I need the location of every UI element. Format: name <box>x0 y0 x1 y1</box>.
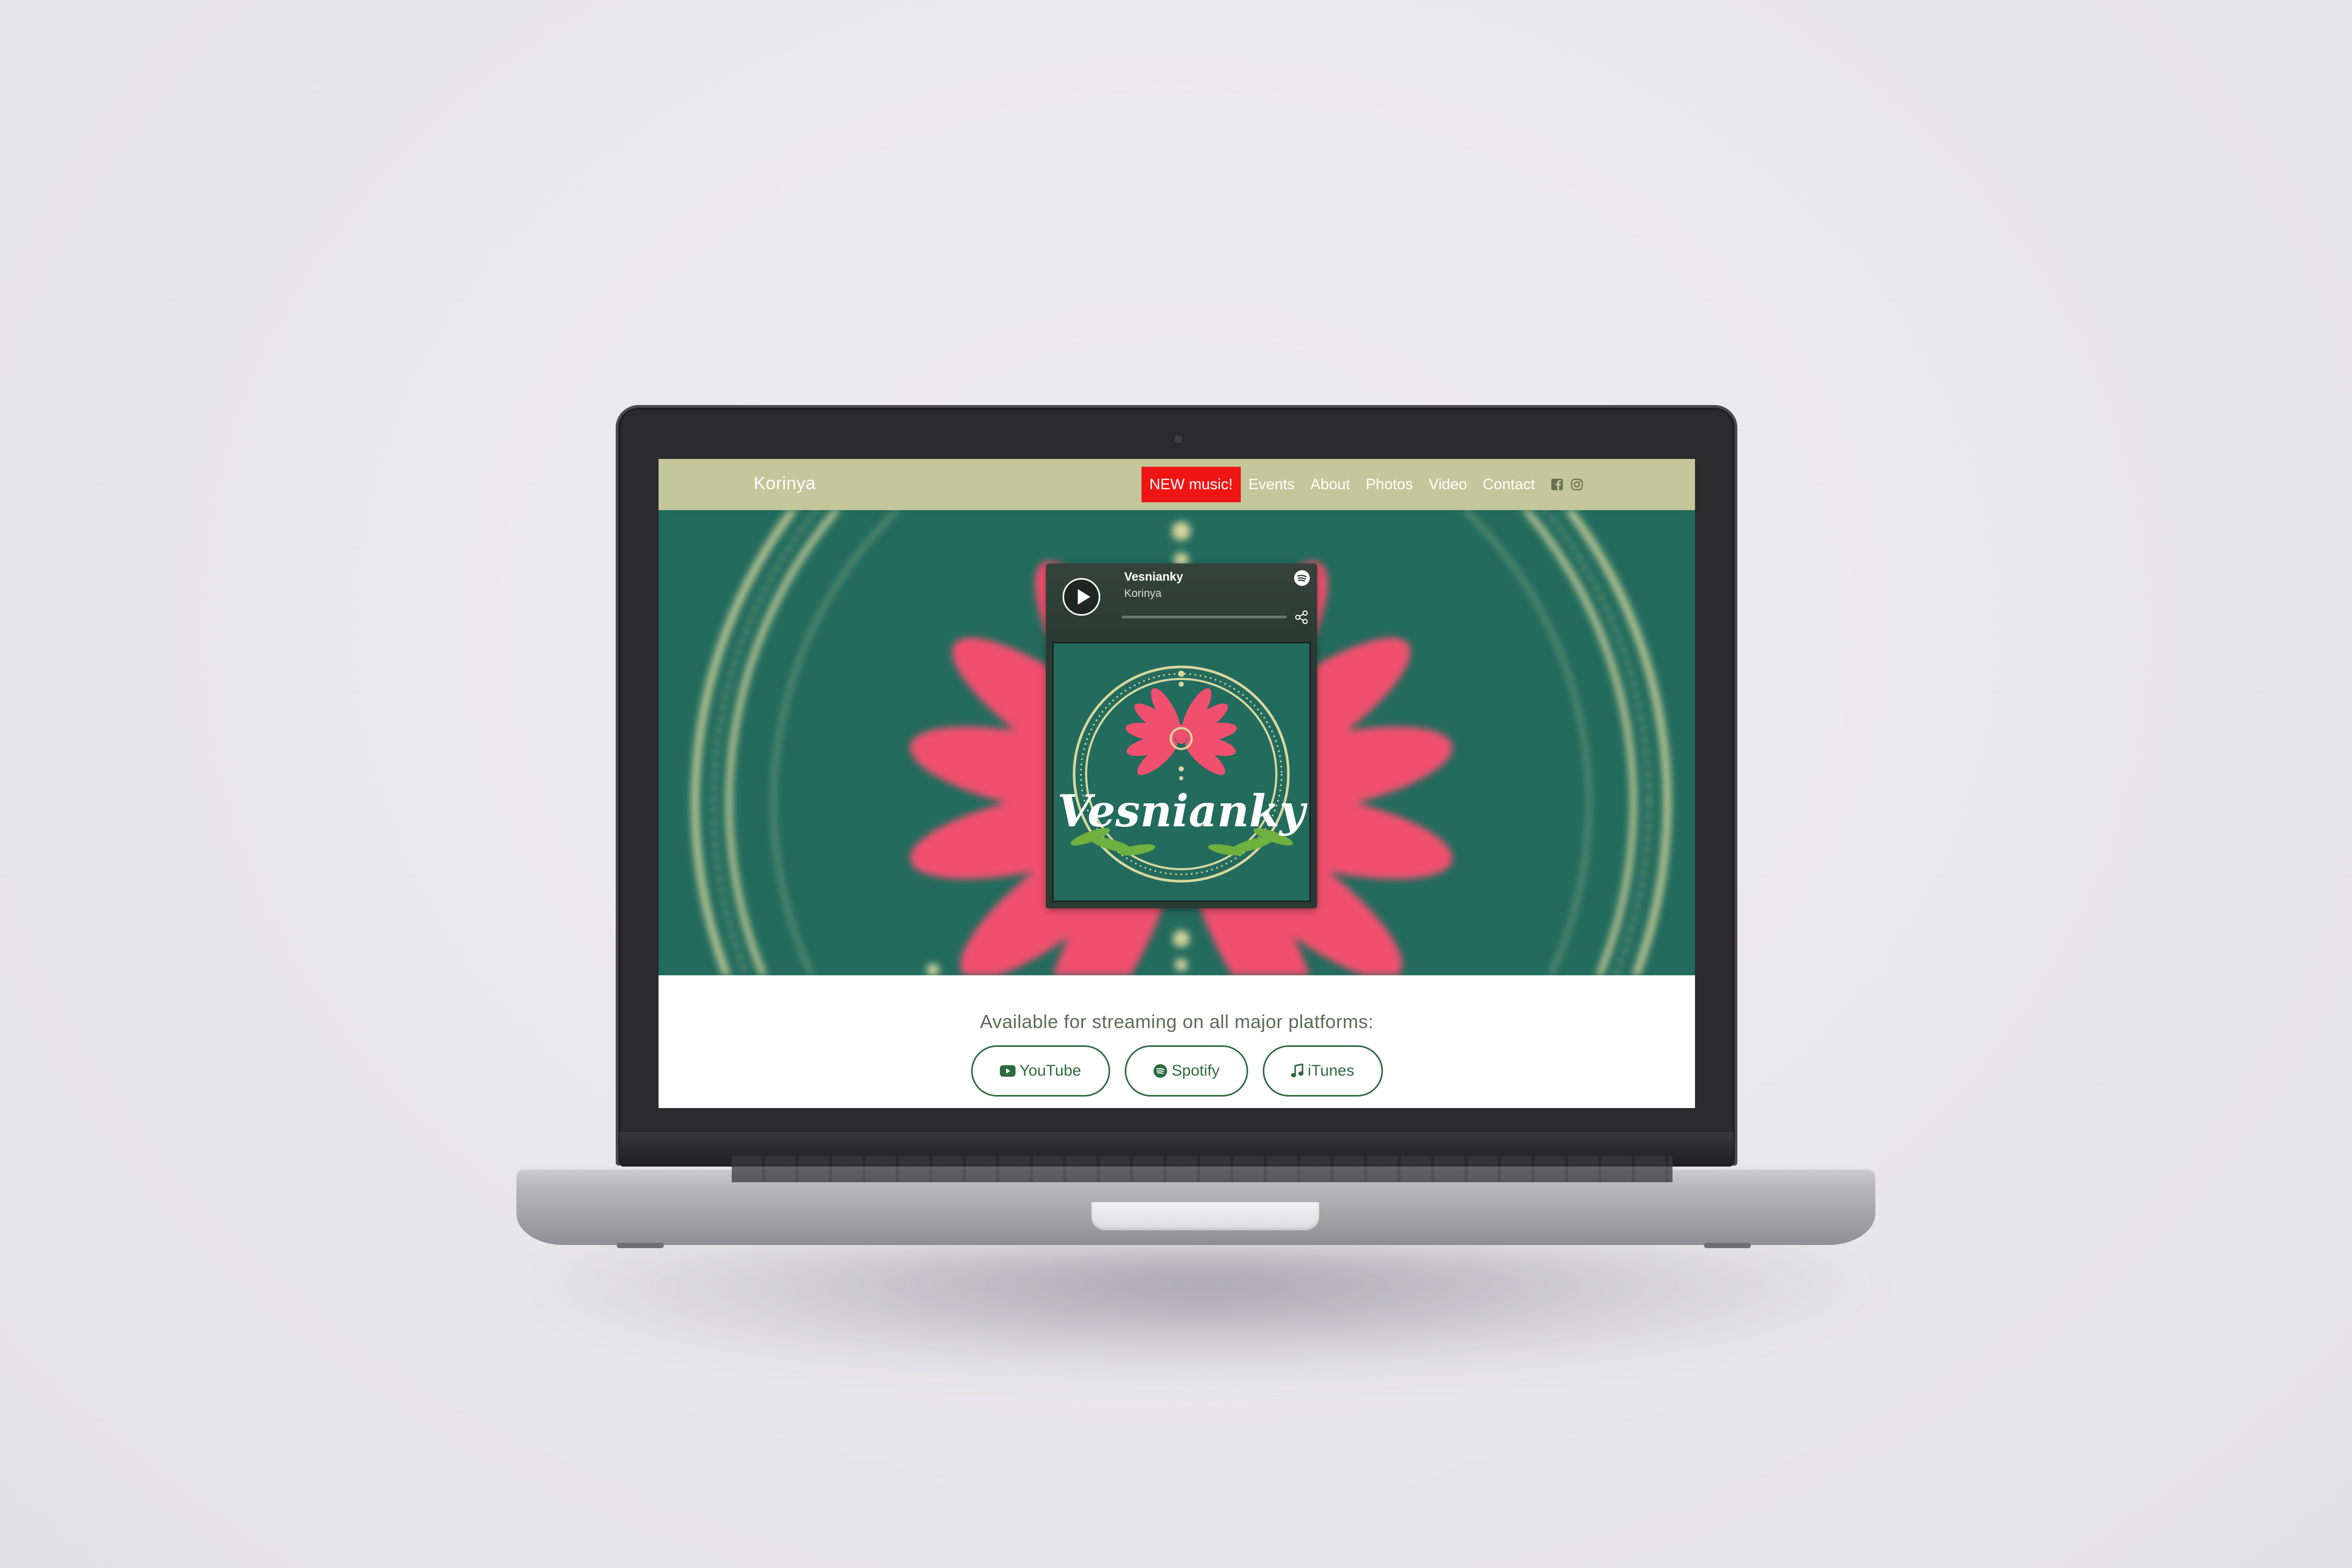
streaming-section: Available for streaming on all major pla… <box>659 975 1695 1108</box>
laptop-shadow <box>523 1244 1882 1380</box>
youtube-button-label: YouTube <box>1019 1062 1081 1079</box>
itunes-button[interactable]: iTunes <box>1262 1045 1383 1097</box>
spotify-button[interactable]: Spotify <box>1124 1045 1248 1097</box>
navbar: Korinya NEW music! Events About Photos V… <box>659 459 1695 510</box>
track-title[interactable]: Vesnianky <box>1124 570 1183 584</box>
youtube-button[interactable]: YouTube <box>971 1045 1110 1097</box>
facebook-icon[interactable] <box>1551 478 1563 491</box>
site-brand[interactable]: Korinya <box>754 474 816 494</box>
instagram-icon[interactable] <box>1571 478 1583 491</box>
spotify-button-label: Spotify <box>1171 1062 1220 1079</box>
share-icon[interactable] <box>1294 609 1309 625</box>
track-artist[interactable]: Korinya <box>1124 587 1161 600</box>
youtube-icon <box>999 1065 1016 1077</box>
progress-bar[interactable] <box>1122 616 1287 618</box>
nav-photos[interactable]: Photos <box>1366 476 1413 493</box>
spotify-icon[interactable] <box>1294 570 1310 586</box>
nav-menu: NEW music! Events About Photos Video Con… <box>1142 467 1590 502</box>
spotify-icon <box>1153 1064 1167 1078</box>
itunes-button-label: iTunes <box>1308 1062 1354 1079</box>
nav-contact[interactable]: Contact <box>1483 476 1535 493</box>
music-note-icon <box>1291 1064 1304 1077</box>
keyboard-edge <box>732 1156 1673 1182</box>
laptop-foot <box>617 1243 664 1248</box>
play-icon[interactable] <box>1063 578 1100 616</box>
laptop-screen: Korinya NEW music! Events About Photos V… <box>659 459 1695 1108</box>
spotify-player: Vesnianky Korinya Vesnianky <box>1046 563 1317 908</box>
webcam <box>1174 435 1182 443</box>
nav-new-music[interactable]: NEW music! <box>1142 467 1241 502</box>
lid-opening-notch <box>1091 1202 1319 1230</box>
nav-events[interactable]: Events <box>1249 476 1295 493</box>
player-header: Vesnianky Korinya <box>1046 563 1317 635</box>
nav-about[interactable]: About <box>1310 476 1350 493</box>
streaming-heading: Available for streaming on all major pla… <box>979 1011 1374 1032</box>
hero-banner: Vesnianky Korinya Vesnianky <box>659 510 1695 975</box>
laptop-foot <box>1704 1243 1751 1248</box>
album-cover-art: Vesnianky <box>1054 643 1309 901</box>
album-cover-title: Vesnianky <box>1057 785 1308 837</box>
nav-video[interactable]: Video <box>1428 476 1467 493</box>
album-cover[interactable]: Vesnianky <box>1052 642 1311 902</box>
streaming-buttons: YouTube Spotify iTunes <box>659 1045 1695 1097</box>
